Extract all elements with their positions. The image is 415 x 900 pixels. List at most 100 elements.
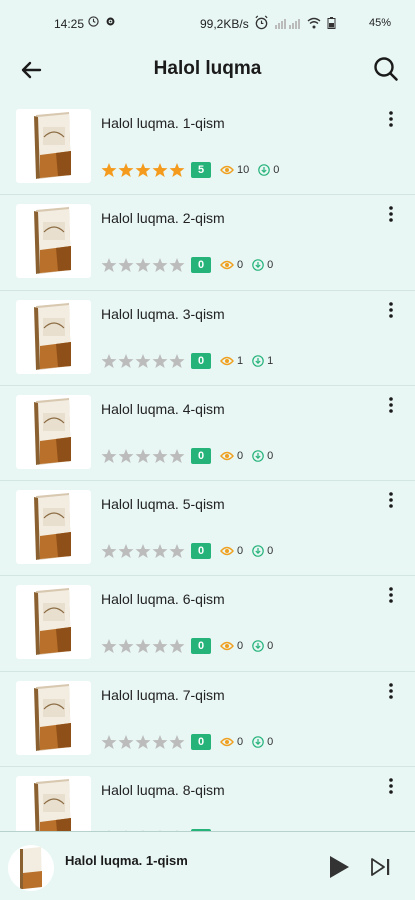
views-count: 0 [237, 449, 244, 462]
list-item-7[interactable]: Halol luqma. 7-qism 0 0 0 [0, 672, 415, 768]
views-count: 0 [237, 735, 244, 748]
star-icon[interactable] [135, 162, 151, 178]
rating-stars[interactable] [101, 257, 185, 273]
rating-row: 0 0 0 [101, 637, 273, 655]
rating-stars[interactable] [101, 638, 185, 654]
clock-icon [255, 15, 268, 30]
star-icon[interactable] [169, 353, 185, 369]
star-icon[interactable] [101, 257, 117, 273]
item-title: Halol luqma. 2-qism [101, 210, 225, 227]
star-icon[interactable] [135, 734, 151, 750]
more-vert-icon[interactable] [384, 396, 398, 414]
star-icon[interactable] [101, 353, 117, 369]
battery-icon [327, 16, 336, 29]
item-title: Halol luqma. 3-qism [101, 305, 225, 322]
rating-stars[interactable] [101, 734, 185, 750]
star-icon[interactable] [152, 638, 168, 654]
book-cover-image [16, 109, 91, 183]
star-icon[interactable] [169, 638, 185, 654]
star-icon[interactable] [169, 734, 185, 750]
eye-icon [220, 546, 234, 556]
download-icon [252, 735, 264, 748]
rating-stars[interactable] [101, 448, 185, 464]
more-vert-icon[interactable] [384, 491, 398, 509]
signal-icon [275, 18, 300, 29]
star-icon[interactable] [169, 257, 185, 273]
rating-stars[interactable] [101, 353, 185, 369]
star-icon[interactable] [101, 162, 117, 178]
star-icon[interactable] [135, 638, 151, 654]
downloads-count: 0 [267, 735, 274, 748]
star-icon[interactable] [152, 734, 168, 750]
more-vert-icon[interactable] [384, 301, 398, 319]
star-icon[interactable] [118, 448, 134, 464]
download-icon [252, 545, 264, 557]
star-icon[interactable] [101, 448, 117, 464]
star-icon[interactable] [152, 162, 168, 178]
rating-stars[interactable] [101, 162, 185, 178]
item-title: Halol luqma. 5-qism [101, 496, 225, 513]
download-icon [252, 640, 264, 653]
views-count: 0 [237, 640, 244, 653]
download-icon [252, 450, 264, 462]
downloads-count: 0 [267, 545, 274, 558]
star-icon[interactable] [169, 543, 185, 559]
views-stat: 0 [220, 450, 243, 462]
star-icon[interactable] [118, 162, 134, 178]
player-cover-image [8, 845, 54, 891]
star-icon[interactable] [135, 353, 151, 369]
more-vert-icon[interactable] [384, 205, 398, 223]
downloads-stat: 1 [252, 355, 273, 367]
more-vert-icon[interactable] [384, 682, 398, 700]
skip-next-icon[interactable] [369, 856, 393, 878]
search-icon[interactable] [372, 55, 400, 83]
star-icon[interactable] [101, 734, 117, 750]
star-icon[interactable] [118, 543, 134, 559]
star-icon[interactable] [152, 353, 168, 369]
star-icon[interactable] [135, 448, 151, 464]
eye-icon [220, 165, 234, 175]
more-vert-icon[interactable] [384, 586, 398, 604]
more-vert-icon[interactable] [384, 777, 398, 795]
list-item-4[interactable]: Halol luqma. 4-qism 0 0 0 [0, 386, 415, 482]
star-icon[interactable] [169, 162, 185, 178]
views-stat: 0 [220, 545, 243, 557]
star-icon[interactable] [152, 448, 168, 464]
star-icon[interactable] [135, 543, 151, 559]
rating-row: 0 0 0 [101, 447, 273, 465]
item-title: Halol luqma. 4-qism [101, 400, 225, 417]
star-icon[interactable] [118, 734, 134, 750]
mini-player[interactable]: Halol luqma. 1-qism [0, 831, 415, 900]
rating-row: 5 10 0 [101, 161, 279, 179]
list-item-6[interactable]: Halol luqma. 6-qism 0 0 0 [0, 576, 415, 672]
star-icon[interactable] [152, 543, 168, 559]
downloads-stat: 0 [258, 164, 279, 176]
wifi-icon [307, 17, 321, 28]
star-icon[interactable] [169, 448, 185, 464]
list-item-5[interactable]: Halol luqma. 5-qism 0 0 0 [0, 481, 415, 577]
item-title: Halol luqma. 1-qism [101, 115, 225, 131]
item-title: Halol luqma. 7-qism [101, 686, 225, 703]
star-icon[interactable] [101, 543, 117, 559]
views-stat: 0 [220, 640, 243, 652]
star-icon[interactable] [101, 638, 117, 654]
rating-stars[interactable] [101, 543, 185, 559]
views-count: 10 [237, 164, 250, 176]
star-icon[interactable] [135, 257, 151, 273]
rating-badge: 0 [191, 352, 211, 369]
book-cover-image [16, 680, 91, 755]
star-icon[interactable] [118, 353, 134, 369]
rating-badge: 0 [191, 257, 211, 274]
star-icon[interactable] [118, 257, 134, 273]
download-icon [252, 354, 264, 367]
rating-row: 0 1 1 [101, 352, 273, 370]
list-item-3[interactable]: Halol luqma. 3-qism 0 1 1 [0, 291, 415, 386]
views-count: 0 [237, 545, 244, 558]
list-item-2[interactable]: Halol luqma. 2-qism 0 0 0 [0, 195, 415, 291]
star-icon[interactable] [118, 638, 134, 654]
list-item-1[interactable]: Halol luqma. 1-qism 5 10 0 [0, 100, 415, 196]
star-icon[interactable] [152, 257, 168, 273]
play-icon[interactable] [327, 854, 351, 880]
rating-badge: 0 [191, 447, 211, 464]
more-vert-icon[interactable] [384, 110, 398, 128]
